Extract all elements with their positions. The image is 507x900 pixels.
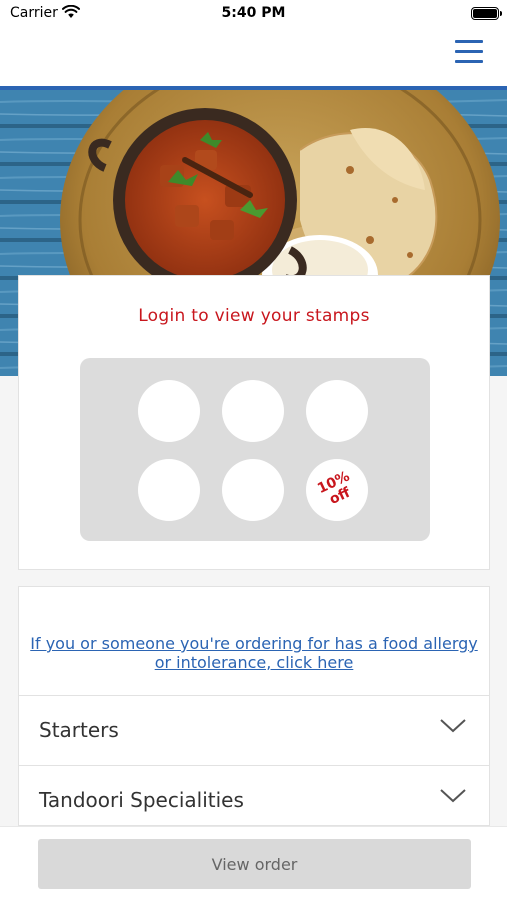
stamp-reward-slot: 10% off <box>306 459 368 521</box>
login-to-view-stamps-link[interactable]: Login to view your stamps <box>19 306 489 326</box>
stamp-slot <box>138 380 200 442</box>
chevron-down-icon <box>440 719 466 733</box>
category-label: Tandoori Specialities <box>39 788 244 812</box>
loyalty-stamp-card: Login to view your stamps 10% off <box>18 275 490 570</box>
stamp-slot <box>138 459 200 521</box>
stamp-slot <box>306 380 368 442</box>
status-bar: Carrier 5:40 PM <box>0 0 507 30</box>
hamburger-menu-icon[interactable] <box>455 40 483 64</box>
chevron-down-icon <box>440 789 466 803</box>
stamp-slot <box>222 459 284 521</box>
nav-bar <box>0 30 507 87</box>
view-order-button[interactable]: View order <box>38 839 471 889</box>
category-row-starters[interactable]: Starters <box>19 695 489 765</box>
menu-card: If you or someone you're ordering for ha… <box>18 586 490 826</box>
allergy-info-link[interactable]: If you or someone you're ordering for ha… <box>19 634 489 672</box>
battery-icon <box>471 7 502 20</box>
category-label: Starters <box>39 718 119 742</box>
stamp-grid: 10% off <box>80 358 430 541</box>
stamp-slot <box>222 380 284 442</box>
reward-label: 10% off <box>315 468 353 509</box>
clock: 5:40 PM <box>221 5 286 21</box>
category-row-tandoori-specialities[interactable]: Tandoori Specialities <box>19 765 489 835</box>
footer-bar: View order <box>0 826 507 900</box>
